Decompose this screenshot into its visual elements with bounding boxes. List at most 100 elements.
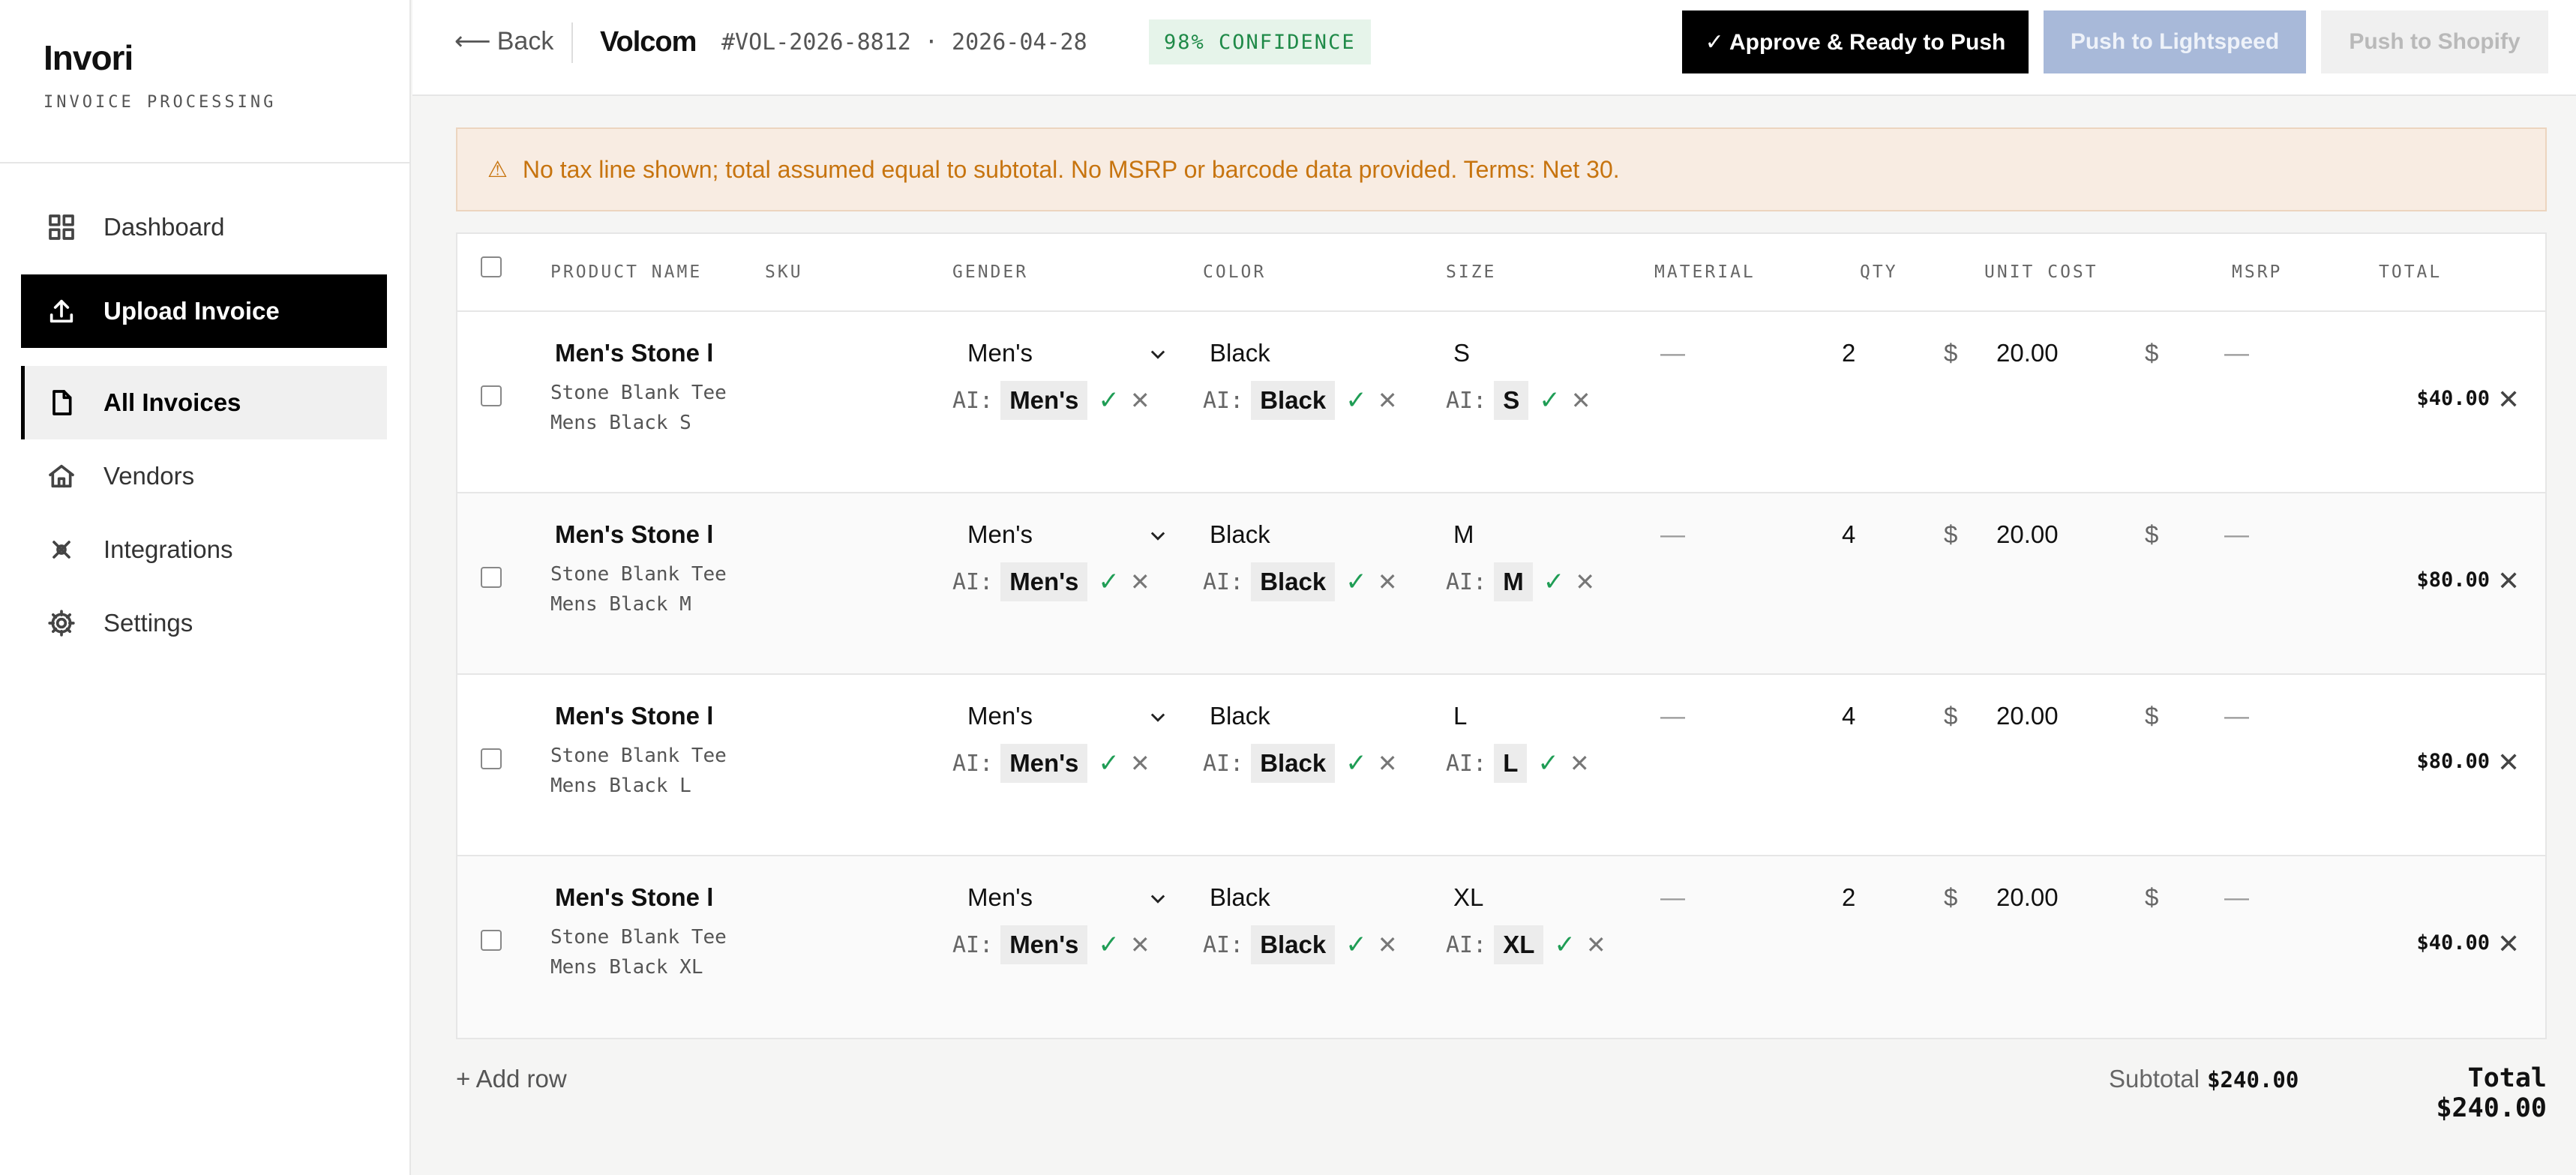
material-input[interactable]: — (1660, 339, 1685, 367)
reject-x-icon[interactable]: ✕ (1575, 568, 1595, 596)
accept-check-icon[interactable]: ✓ (1098, 930, 1120, 960)
column-header-total: TOTAL (2379, 262, 2443, 282)
row-total: $40.00 (2416, 931, 2490, 955)
accept-check-icon[interactable]: ✓ (1098, 385, 1120, 415)
accept-check-icon[interactable]: ✓ (1345, 385, 1367, 415)
size-input[interactable]: L (1453, 702, 1467, 730)
sidebar-item-upload-invoice[interactable]: Upload Invoice (21, 274, 387, 348)
reject-x-icon[interactable]: ✕ (1130, 931, 1150, 959)
unit-cost-input[interactable]: 20.00 (1996, 339, 2059, 367)
accept-check-icon[interactable]: ✓ (1098, 567, 1120, 597)
invoice-meta: #VOL-2026-8812 · 2026-04-28 (721, 28, 1087, 55)
push-shopify-button[interactable]: Push to Shopify (2321, 10, 2548, 73)
accept-check-icon[interactable]: ✓ (1543, 567, 1565, 597)
column-header-gender: GENDER (952, 262, 1029, 282)
msrp-input[interactable]: — (2224, 702, 2249, 730)
reject-x-icon[interactable]: ✕ (1130, 749, 1150, 778)
product-name[interactable]: Men's Stone l (555, 339, 713, 367)
grid-icon (45, 211, 78, 244)
qty-input[interactable]: 2 (1842, 883, 1855, 912)
delete-row-icon[interactable]: ✕ (2497, 384, 2520, 415)
gender-value: Men's (967, 520, 1033, 548)
size-input[interactable]: XL (1453, 883, 1483, 912)
msrp-input[interactable]: — (2224, 339, 2249, 367)
reject-x-icon[interactable]: ✕ (1571, 386, 1591, 415)
ai-size-suggestion: AI: S ✓ ✕ (1446, 379, 1591, 421)
material-input[interactable]: — (1660, 883, 1685, 912)
sidebar-item-settings[interactable]: Settings (21, 586, 387, 660)
product-name[interactable]: Men's Stone l (555, 702, 713, 730)
accept-check-icon[interactable]: ✓ (1098, 748, 1120, 778)
column-header-size: SIZE (1446, 262, 1497, 282)
reject-x-icon[interactable]: ✕ (1378, 386, 1398, 415)
accept-check-icon[interactable]: ✓ (1554, 930, 1576, 960)
house-icon (45, 460, 78, 493)
row-checkbox[interactable] (481, 930, 502, 951)
color-input[interactable]: Black (1210, 702, 1270, 730)
qty-input[interactable]: 4 (1842, 520, 1855, 549)
column-header-material: MATERIAL (1654, 262, 1756, 282)
sidebar-item-dashboard[interactable]: Dashboard (21, 190, 387, 264)
gender-select[interactable]: Men's (967, 883, 1170, 912)
gender-select[interactable]: Men's (967, 702, 1170, 730)
reject-x-icon[interactable]: ✕ (1570, 749, 1590, 778)
reject-x-icon[interactable]: ✕ (1130, 386, 1150, 415)
sidebar-item-all-invoices[interactable]: All Invoices (21, 366, 387, 439)
size-input[interactable]: M (1453, 520, 1474, 549)
accept-check-icon[interactable]: ✓ (1537, 748, 1559, 778)
unit-cost-input[interactable]: 20.00 (1996, 702, 2059, 730)
unit-cost-input[interactable]: 20.00 (1996, 520, 2059, 549)
reject-x-icon[interactable]: ✕ (1378, 931, 1398, 959)
ai-value-chip: Men's (1000, 562, 1088, 601)
accept-check-icon[interactable]: ✓ (1345, 567, 1367, 597)
delete-row-icon[interactable]: ✕ (2497, 565, 2520, 597)
accept-check-icon[interactable]: ✓ (1345, 930, 1367, 960)
sidebar-item-vendors[interactable]: Vendors (21, 439, 387, 513)
qty-input[interactable]: 4 (1842, 702, 1855, 730)
delete-row-icon[interactable]: ✕ (2497, 747, 2520, 778)
accept-check-icon[interactable]: ✓ (1345, 748, 1367, 778)
push-lightspeed-button[interactable]: Push to Lightspeed (2044, 10, 2306, 73)
qty-input[interactable]: 2 (1842, 339, 1855, 367)
delete-row-icon[interactable]: ✕ (2497, 928, 2520, 960)
size-input[interactable]: S (1453, 339, 1470, 367)
ai-gender-suggestion: AI: Men's ✓ ✕ (952, 379, 1150, 421)
accept-check-icon[interactable]: ✓ (1539, 385, 1561, 415)
row-checkbox[interactable] (481, 567, 502, 588)
ai-value-chip: Men's (1000, 744, 1088, 783)
ai-value-chip: Black (1251, 381, 1336, 420)
approve-button[interactable]: ✓ Approve & Ready to Push (1682, 10, 2029, 73)
upload-icon (45, 295, 78, 328)
msrp-input[interactable]: — (2224, 883, 2249, 912)
product-name[interactable]: Men's Stone l (555, 883, 713, 912)
link-icon (45, 533, 78, 566)
product-name[interactable]: Men's Stone l (555, 520, 713, 549)
grand-total: Total $240.00 (2436, 1063, 2547, 1123)
gender-select[interactable]: Men's (967, 339, 1170, 367)
ai-label: AI: (952, 387, 994, 414)
color-input[interactable]: Black (1210, 339, 1270, 367)
unit-cost-input[interactable]: 20.00 (1996, 883, 2059, 912)
color-input[interactable]: Black (1210, 883, 1270, 912)
product-description: Stone Blank Tee Mens Black L (550, 745, 727, 797)
reject-x-icon[interactable]: ✕ (1378, 749, 1398, 778)
select-all-checkbox[interactable] (481, 256, 502, 277)
gender-select[interactable]: Men's (967, 520, 1170, 549)
sidebar-item-label: All Invoices (103, 388, 241, 416)
add-row-button[interactable]: + Add row (456, 1065, 567, 1093)
row-checkbox[interactable] (481, 748, 502, 769)
msrp-currency: $ (2145, 520, 2159, 548)
back-button[interactable]: ⟵ Back (454, 22, 553, 60)
msrp-input[interactable]: — (2224, 520, 2249, 549)
material-input[interactable]: — (1660, 520, 1685, 549)
ai-value-chip: Men's (1000, 381, 1088, 420)
sidebar-item-integrations[interactable]: Integrations (21, 513, 387, 586)
reject-x-icon[interactable]: ✕ (1586, 931, 1606, 959)
row-checkbox[interactable] (481, 385, 502, 406)
reject-x-icon[interactable]: ✕ (1378, 568, 1398, 596)
color-input[interactable]: Black (1210, 520, 1270, 549)
row-total: $40.00 (2416, 387, 2490, 410)
reject-x-icon[interactable]: ✕ (1130, 568, 1150, 596)
product-description: Stone Blank Tee Mens Black XL (550, 926, 727, 979)
material-input[interactable]: — (1660, 702, 1685, 730)
